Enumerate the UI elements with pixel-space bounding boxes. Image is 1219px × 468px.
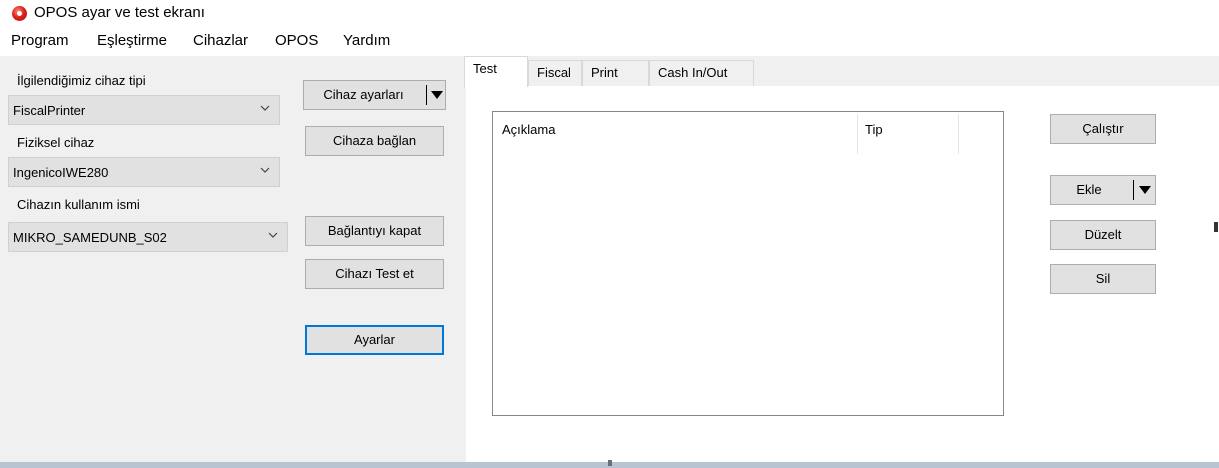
add-button-label: Ekle <box>1076 182 1102 197</box>
add-split-button[interactable]: Ekle <box>1050 175 1156 205</box>
run-button[interactable]: Çalıştır <box>1050 114 1156 144</box>
tab-fiscal[interactable]: Fiscal <box>528 60 582 86</box>
window-edge-mark <box>1214 222 1218 232</box>
tab-cash-in-out-label: Cash In/Out <box>658 65 728 80</box>
settings-button[interactable]: Ayarlar <box>305 325 444 355</box>
usage-name-label: Cihazın kullanım ismi <box>17 197 140 212</box>
run-button-label: Çalıştır <box>1082 121 1124 136</box>
app-icon <box>12 6 27 21</box>
test-device-button[interactable]: Cihazı Test et <box>305 259 444 289</box>
tab-fiscal-label: Fiscal <box>537 65 571 80</box>
connect-button-label: Cihaza bağlan <box>332 133 417 148</box>
split-separator <box>426 85 427 105</box>
triangle-down-icon[interactable] <box>431 91 443 99</box>
physical-device-label: Fiziksel cihaz <box>17 135 95 150</box>
chevron-down-icon <box>260 105 270 111</box>
tab-strip: Test Fiscal Print Cash In/Out <box>463 56 1219 87</box>
title-bar: OPOS ayar ve test ekranı <box>0 0 1219 30</box>
edit-button-label: Düzelt <box>1084 227 1122 242</box>
menu-eslestirme[interactable]: Eşleştirme <box>97 32 167 49</box>
menu-program[interactable]: Program <box>11 32 69 49</box>
tab-test[interactable]: Test <box>464 56 528 87</box>
chevron-down-icon <box>268 232 278 238</box>
settings-button-label: Ayarlar <box>354 332 395 347</box>
test-device-label: Cihazı Test et <box>335 266 414 281</box>
physical-device-dropdown[interactable]: IngenicoIWE280 <box>8 157 280 187</box>
delete-button-label: Sil <box>1095 271 1111 286</box>
delete-button[interactable]: Sil <box>1050 264 1156 294</box>
close-connection-button[interactable]: Bağlantıyı kapat <box>305 216 444 246</box>
column-header-description[interactable]: Açıklama <box>502 122 555 137</box>
window-title: OPOS ayar ve test ekranı <box>34 4 205 21</box>
usage-name-value: MIKRO_SAMEDUNB_S02 <box>13 230 167 245</box>
device-settings-split-button[interactable]: Cihaz ayarları <box>303 80 446 110</box>
device-type-value: FiscalPrinter <box>13 103 86 118</box>
device-settings-label: Cihaz ayarları <box>323 87 404 102</box>
menu-opos[interactable]: OPOS <box>275 32 318 49</box>
triangle-down-icon[interactable] <box>1139 186 1151 194</box>
tab-print-label: Print <box>591 65 618 80</box>
menu-bar: Program Eşleştirme Cihazlar OPOS Yardım <box>0 30 1219 54</box>
menu-yardim[interactable]: Yardım <box>343 32 390 49</box>
edit-button[interactable]: Düzelt <box>1050 220 1156 250</box>
physical-device-value: IngenicoIWE280 <box>13 165 109 180</box>
column-separator[interactable] <box>958 114 959 154</box>
resize-grip[interactable] <box>608 460 612 466</box>
connect-button[interactable]: Cihaza bağlan <box>305 126 444 156</box>
tab-print[interactable]: Print <box>582 60 649 86</box>
test-list[interactable]: Açıklama Tip <box>492 111 1004 416</box>
tab-cash-in-out[interactable]: Cash In/Out <box>649 60 754 86</box>
chevron-down-icon <box>260 167 270 173</box>
column-separator[interactable] <box>857 114 858 154</box>
split-separator <box>1133 180 1134 200</box>
usage-name-dropdown[interactable]: MIKRO_SAMEDUNB_S02 <box>8 222 288 252</box>
column-header-type[interactable]: Tip <box>865 122 883 137</box>
menu-cihazlar[interactable]: Cihazlar <box>193 32 248 49</box>
close-connection-label: Bağlantıyı kapat <box>327 223 422 238</box>
device-type-dropdown[interactable]: FiscalPrinter <box>8 95 280 125</box>
tab-test-label: Test <box>473 61 497 76</box>
device-type-label: İlgilendiğimiz cihaz tipi <box>17 73 146 88</box>
